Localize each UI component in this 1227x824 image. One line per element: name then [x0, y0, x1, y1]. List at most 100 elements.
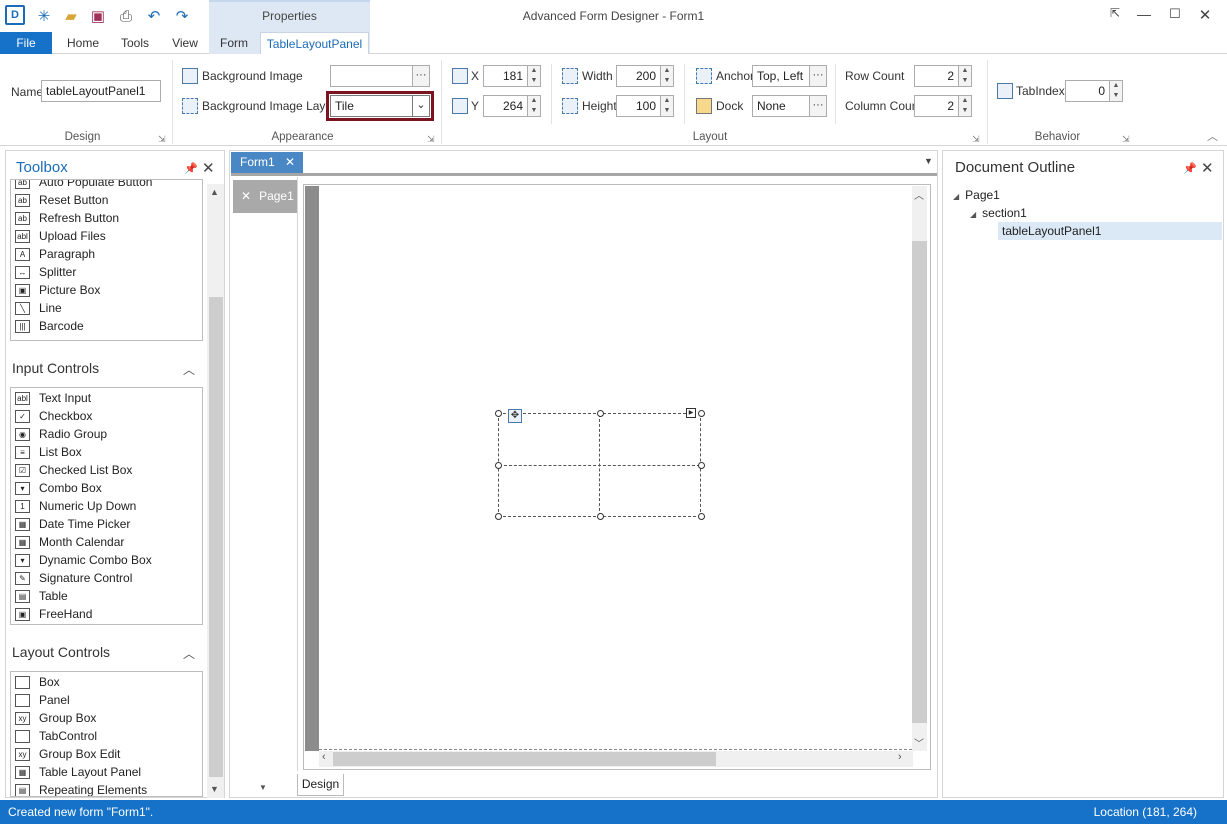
tab-file[interactable]: File — [0, 32, 52, 54]
background-image-field[interactable] — [330, 65, 413, 87]
toolbox-item[interactable]: xy Group Box Edit — [15, 745, 120, 763]
toolbox-item[interactable]: ▾ Dynamic Combo Box — [15, 551, 152, 569]
tab-view[interactable]: View — [164, 32, 206, 54]
resize-handle[interactable] — [495, 410, 502, 417]
table-layout-panel[interactable]: ✥ ▶ — [498, 408, 701, 517]
expanded-icon[interactable]: ◢ — [953, 192, 959, 201]
width-field[interactable]: 200 — [616, 65, 661, 87]
toolbox-item[interactable]: Panel — [15, 691, 70, 709]
tabindex-spin-buttons[interactable]: ▲ ▼ — [1109, 80, 1123, 102]
toolbox-item[interactable]: ▤ Table — [15, 587, 68, 605]
row-count-field[interactable]: 2 — [914, 65, 959, 87]
resize-handle[interactable] — [597, 513, 604, 520]
x-field[interactable]: 181 — [483, 65, 528, 87]
input-controls-header[interactable]: Input Controls — [12, 360, 99, 376]
canvas-horizontal-thumb[interactable] — [333, 752, 716, 766]
toolbox-item[interactable]: abl Upload Files — [15, 227, 106, 245]
doc-list-dropdown-icon[interactable]: ▼ — [924, 156, 933, 166]
anchor-field[interactable]: Top, Left — [752, 65, 810, 87]
redo-icon[interactable]: ↷ — [172, 6, 192, 26]
toolbox-item[interactable]: ✓ Checkbox — [15, 407, 92, 425]
tree-node-tablelayoutpanel1[interactable]: tableLayoutPanel1 — [998, 222, 1222, 240]
layout-dialog-launcher-icon[interactable]: ⇲ — [972, 134, 980, 145]
tab-tools[interactable]: Tools — [113, 32, 157, 54]
toolbox-item[interactable]: ab Reset Button — [15, 191, 108, 209]
pin-icon[interactable]: 📌 — [1183, 162, 1197, 175]
y-field[interactable]: 264 — [483, 95, 528, 117]
maximize-button[interactable]: ☐ — [1164, 6, 1186, 26]
canvas-scroll-up-icon[interactable]: ︿ — [914, 187, 924, 202]
toolbox-item[interactable]: ▤ Repeating Elements — [15, 781, 147, 796]
pin-icon[interactable]: 📌 — [184, 162, 198, 175]
resize-handle[interactable] — [698, 513, 705, 520]
undo-icon[interactable]: ↶ — [144, 6, 164, 26]
toolbox-item[interactable]: ▦ Date Time Picker — [15, 515, 130, 533]
toolbox-item[interactable]: ▣ FreeHand — [15, 605, 92, 623]
canvas-scroll-left-icon[interactable]: ‹ — [322, 751, 326, 763]
design-view-tab[interactable]: Design — [297, 774, 344, 796]
column-count-spin-buttons[interactable]: ▲ ▼ — [958, 95, 972, 117]
toolbox-item[interactable]: A Paragraph — [15, 245, 95, 263]
toolbox-item[interactable]: ≡ List Box — [15, 443, 82, 461]
smart-tag-icon[interactable]: ▶ — [686, 408, 696, 418]
background-layout-select[interactable]: Tile — [330, 95, 413, 117]
doc-tab-form1[interactable]: Form1 ✕ — [231, 152, 303, 173]
appearance-dialog-launcher-icon[interactable]: ⇲ — [427, 134, 435, 145]
design-dialog-launcher-icon[interactable]: ⇲ — [158, 134, 166, 145]
toolbox-item[interactable]: xy Group Box — [15, 709, 96, 727]
scroll-up-icon[interactable]: ▲ — [210, 187, 219, 197]
toolbox-item[interactable]: 1 Numeric Up Down — [15, 497, 136, 515]
column-count-field[interactable]: 2 — [914, 95, 959, 117]
toolbox-scroll-thumb[interactable] — [209, 297, 223, 777]
canvas-scroll-right-icon[interactable]: › — [898, 751, 902, 763]
toolbox-item[interactable]: abl Text Input — [15, 389, 91, 407]
page-tab-page1[interactable]: ✕ Page1 — [233, 180, 297, 213]
height-field[interactable]: 100 — [616, 95, 661, 117]
resize-handle[interactable] — [495, 462, 502, 469]
toolbox-item[interactable]: ▦ Month Calendar — [15, 533, 124, 551]
tab-form[interactable]: Form — [213, 32, 255, 54]
expanded-icon[interactable]: ◢ — [970, 210, 976, 219]
chevron-down-icon[interactable]: ⌄ — [412, 95, 430, 117]
resize-handle[interactable] — [597, 410, 604, 417]
canvas-scroll-down-icon[interactable]: ﹀ — [914, 735, 924, 750]
toolbox-item[interactable]: ◉ Radio Group — [15, 425, 107, 443]
toolbox-item[interactable]: TabControl — [15, 727, 97, 745]
y-spin-buttons[interactable]: ▲ ▼ — [527, 95, 541, 117]
toolbox-item[interactable]: ╲ Line — [15, 299, 62, 317]
tab-table-layout-panel[interactable]: TableLayoutPanel — [260, 32, 369, 55]
width-spin-buttons[interactable]: ▲ ▼ — [660, 65, 674, 87]
toolbox-item[interactable]: Box — [15, 673, 60, 691]
resize-handle[interactable] — [698, 462, 705, 469]
canvas-vertical-thumb[interactable] — [912, 241, 927, 723]
close-window-button[interactable]: ✕ — [1194, 6, 1216, 26]
open-folder-icon[interactable]: ▰ — [61, 6, 81, 26]
tree-node-section1[interactable]: ◢ section1 — [970, 206, 1027, 220]
height-spin-buttons[interactable]: ▲ ▼ — [660, 95, 674, 117]
toolbox-item[interactable]: ↔ Splitter — [15, 263, 76, 281]
tree-node-page1[interactable]: ◢ Page1 — [953, 188, 1000, 202]
minimize-button[interactable]: — — [1133, 6, 1155, 26]
dock-edit-button[interactable]: ··· — [809, 95, 827, 117]
toolbox-item[interactable]: ab Refresh Button — [15, 209, 119, 227]
save-icon[interactable]: ▣ — [88, 6, 108, 26]
toolbox-item[interactable]: ✎ Signature Control — [15, 569, 132, 587]
close-page-icon[interactable]: ✕ — [241, 189, 251, 203]
layout-controls-header[interactable]: Layout Controls — [12, 644, 110, 660]
name-field[interactable]: tableLayoutPanel1 — [41, 80, 161, 102]
new-form-icon[interactable]: ✳ — [34, 6, 54, 26]
close-toolbox-button[interactable]: ✕ — [202, 159, 215, 177]
page-scroll-down-icon[interactable]: ▼ — [259, 783, 267, 792]
collapse-layout-icon[interactable]: ︿ — [183, 645, 195, 662]
collapse-input-icon[interactable]: ︿ — [183, 361, 195, 378]
anchor-edit-button[interactable]: ··· — [809, 65, 827, 87]
print-icon[interactable]: ⎙ — [116, 6, 136, 26]
close-outline-button[interactable]: ✕ — [1201, 159, 1214, 177]
collapse-ribbon-icon[interactable]: ︿ — [1207, 128, 1218, 144]
dock-field[interactable]: None — [752, 95, 810, 117]
toolbox-item[interactable]: ab Auto Populate Button — [15, 180, 152, 191]
behavior-dialog-launcher-icon[interactable]: ⇲ — [1122, 134, 1130, 145]
tabindex-field[interactable]: 0 — [1065, 80, 1110, 102]
ribbon-display-options-icon[interactable]: ⇱ — [1104, 6, 1126, 26]
background-image-browse-button[interactable]: ··· — [412, 65, 430, 87]
